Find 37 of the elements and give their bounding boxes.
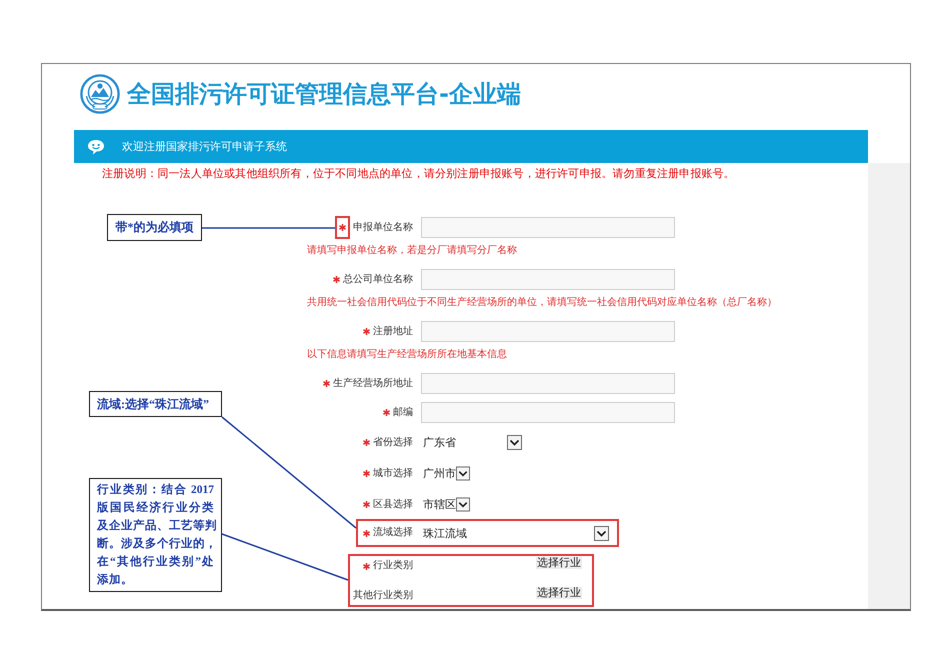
chevron-down-icon (456, 466, 470, 481)
select-industry-button[interactable]: 选择行业 (536, 587, 582, 599)
field-label: 流域选择 (373, 527, 413, 539)
text-input[interactable] (421, 321, 675, 342)
text-input[interactable] (421, 373, 675, 394)
dropdown-select[interactable]: 珠江流域 (421, 526, 609, 540)
field-label: 区县选择 (373, 498, 413, 510)
smiley-speech-bubble-icon (87, 138, 105, 154)
select-industry-button[interactable]: 选择行业 (536, 557, 582, 569)
field-label: 邮编 (393, 406, 413, 418)
dropdown-select[interactable]: 广州市 (421, 466, 470, 481)
field-label: 城市选择 (373, 468, 413, 480)
hint-text: 共用统一社会信用代码位于不同生产经营场所的单位，请填写统一社会信用代码对应单位名称（总厂名称） (306, 296, 777, 310)
callout-note: 行业类别：结合 2017 版国民经济行业分类 及企业产品、工艺等判 断。涉及多个行业的， 在“其他行业类别”处 添加。 (89, 478, 222, 592)
round-emblem-icon (80, 74, 120, 114)
field-label: 行业类别 (373, 560, 413, 572)
text-input[interactable] (421, 269, 675, 290)
field-label: 省份选择 (373, 436, 413, 448)
field-label: 申报单位名称 (353, 222, 413, 234)
text-input[interactable] (421, 217, 675, 238)
hint-text: 请填写申报单位名称，若是分厂请填写分厂名称 (306, 244, 517, 258)
text-input[interactable] (421, 402, 675, 423)
notice-text: 注册说明：同一法人单位或其他组织所有，位于不同地点的单位，请分别注册申报账号，进行许可申报。请勿重复注册申报账号。 (101, 167, 735, 181)
chevron-down-icon (594, 526, 609, 540)
banner-text: 欢迎注册国家排污许可申请子系统 (122, 140, 287, 154)
field-label: 生产经营场所地址 (333, 378, 413, 390)
chevron-down-icon (507, 435, 522, 450)
dropdown-select[interactable]: 广东省 (421, 435, 522, 450)
field-label: 总公司单位名称 (343, 274, 413, 286)
callout-note: 流域:选择“珠江流域” (89, 391, 222, 417)
dropdown-select[interactable]: 市辖区 (421, 497, 470, 512)
field-label: 其他行业类别 (353, 590, 413, 602)
hint-text: 以下信息请填写生产经营场所所在地基本信息 (306, 348, 507, 362)
chevron-down-icon (456, 497, 470, 512)
field-label: 注册地址 (373, 326, 413, 338)
callout-note: 带*的为必填项 (107, 214, 202, 241)
site-title: 全国排污许可证管理信息平台-企业端 (127, 79, 521, 110)
